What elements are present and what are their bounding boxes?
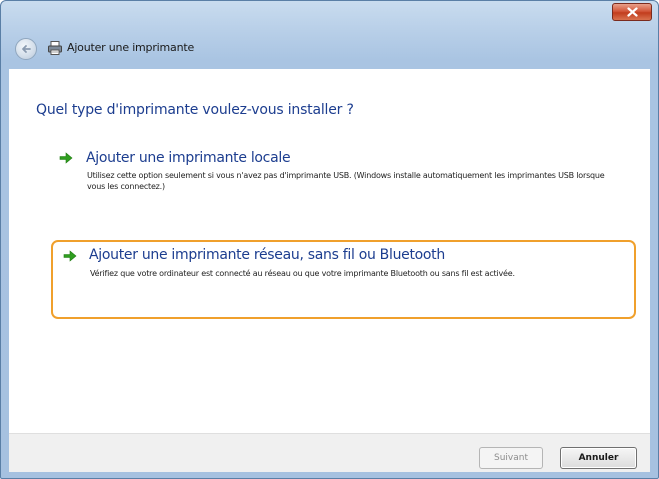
add-printer-dialog: Ajouter une imprimante Quel type d'impri… xyxy=(0,0,659,479)
next-button[interactable]: Suivant xyxy=(479,447,543,469)
green-arrow-icon xyxy=(63,250,77,262)
button-bar: Suivant Annuler xyxy=(9,433,650,472)
cancel-button[interactable]: Annuler xyxy=(560,447,637,469)
back-arrow-icon xyxy=(22,45,31,53)
window-title: Ajouter une imprimante xyxy=(67,41,195,54)
option-title: Ajouter une imprimante locale xyxy=(86,150,291,166)
option-description: Vérifiez que votre ordinateur est connec… xyxy=(90,269,515,278)
back-button[interactable] xyxy=(15,38,37,60)
content-panel: Quel type d'imprimante voulez-vous insta… xyxy=(9,69,650,433)
option-title: Ajouter une imprimante réseau, sans fil … xyxy=(89,247,445,263)
printer-icon xyxy=(48,41,62,55)
option-description: Utilisez cette option seulement si vous … xyxy=(87,171,605,191)
close-icon xyxy=(627,7,638,17)
title-bar xyxy=(1,1,658,31)
option-local-printer[interactable]: Ajouter une imprimante locale Utilisez c… xyxy=(51,143,636,213)
page-heading: Quel type d'imprimante voulez-vous insta… xyxy=(36,102,354,118)
green-arrow-icon xyxy=(59,152,73,164)
close-button[interactable] xyxy=(612,3,652,21)
option-network-printer[interactable]: Ajouter une imprimante réseau, sans fil … xyxy=(51,240,636,319)
